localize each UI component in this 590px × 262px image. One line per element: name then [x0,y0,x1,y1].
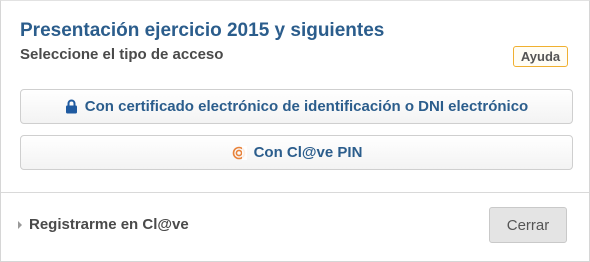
certificate-access-label: Con certificado electrónico de identific… [84,98,529,115]
access-dialog: Presentación ejercicio 2015 y siguientes… [0,0,590,262]
certificate-access-button[interactable]: Con certificado electrónico de identific… [20,89,573,124]
register-clave-label: Registrarme en Cl@ve [29,216,189,233]
clave-pin-access-label: Con Cl@ve PIN [253,144,363,161]
help-button[interactable]: Ayuda [513,46,568,67]
dialog-subtitle: Seleccione el tipo de acceso [20,46,224,63]
close-button[interactable]: Cerrar [489,207,567,243]
footer-divider [1,192,589,193]
clave-pin-access-button[interactable]: Con Cl@ve PIN [20,135,573,170]
lock-icon [65,99,78,114]
register-clave-link[interactable]: Registrarme en Cl@ve [18,216,189,233]
clave-pin-icon [231,145,247,160]
chevron-right-icon [18,220,22,229]
dialog-title: Presentación ejercicio 2015 y siguientes [20,20,385,41]
